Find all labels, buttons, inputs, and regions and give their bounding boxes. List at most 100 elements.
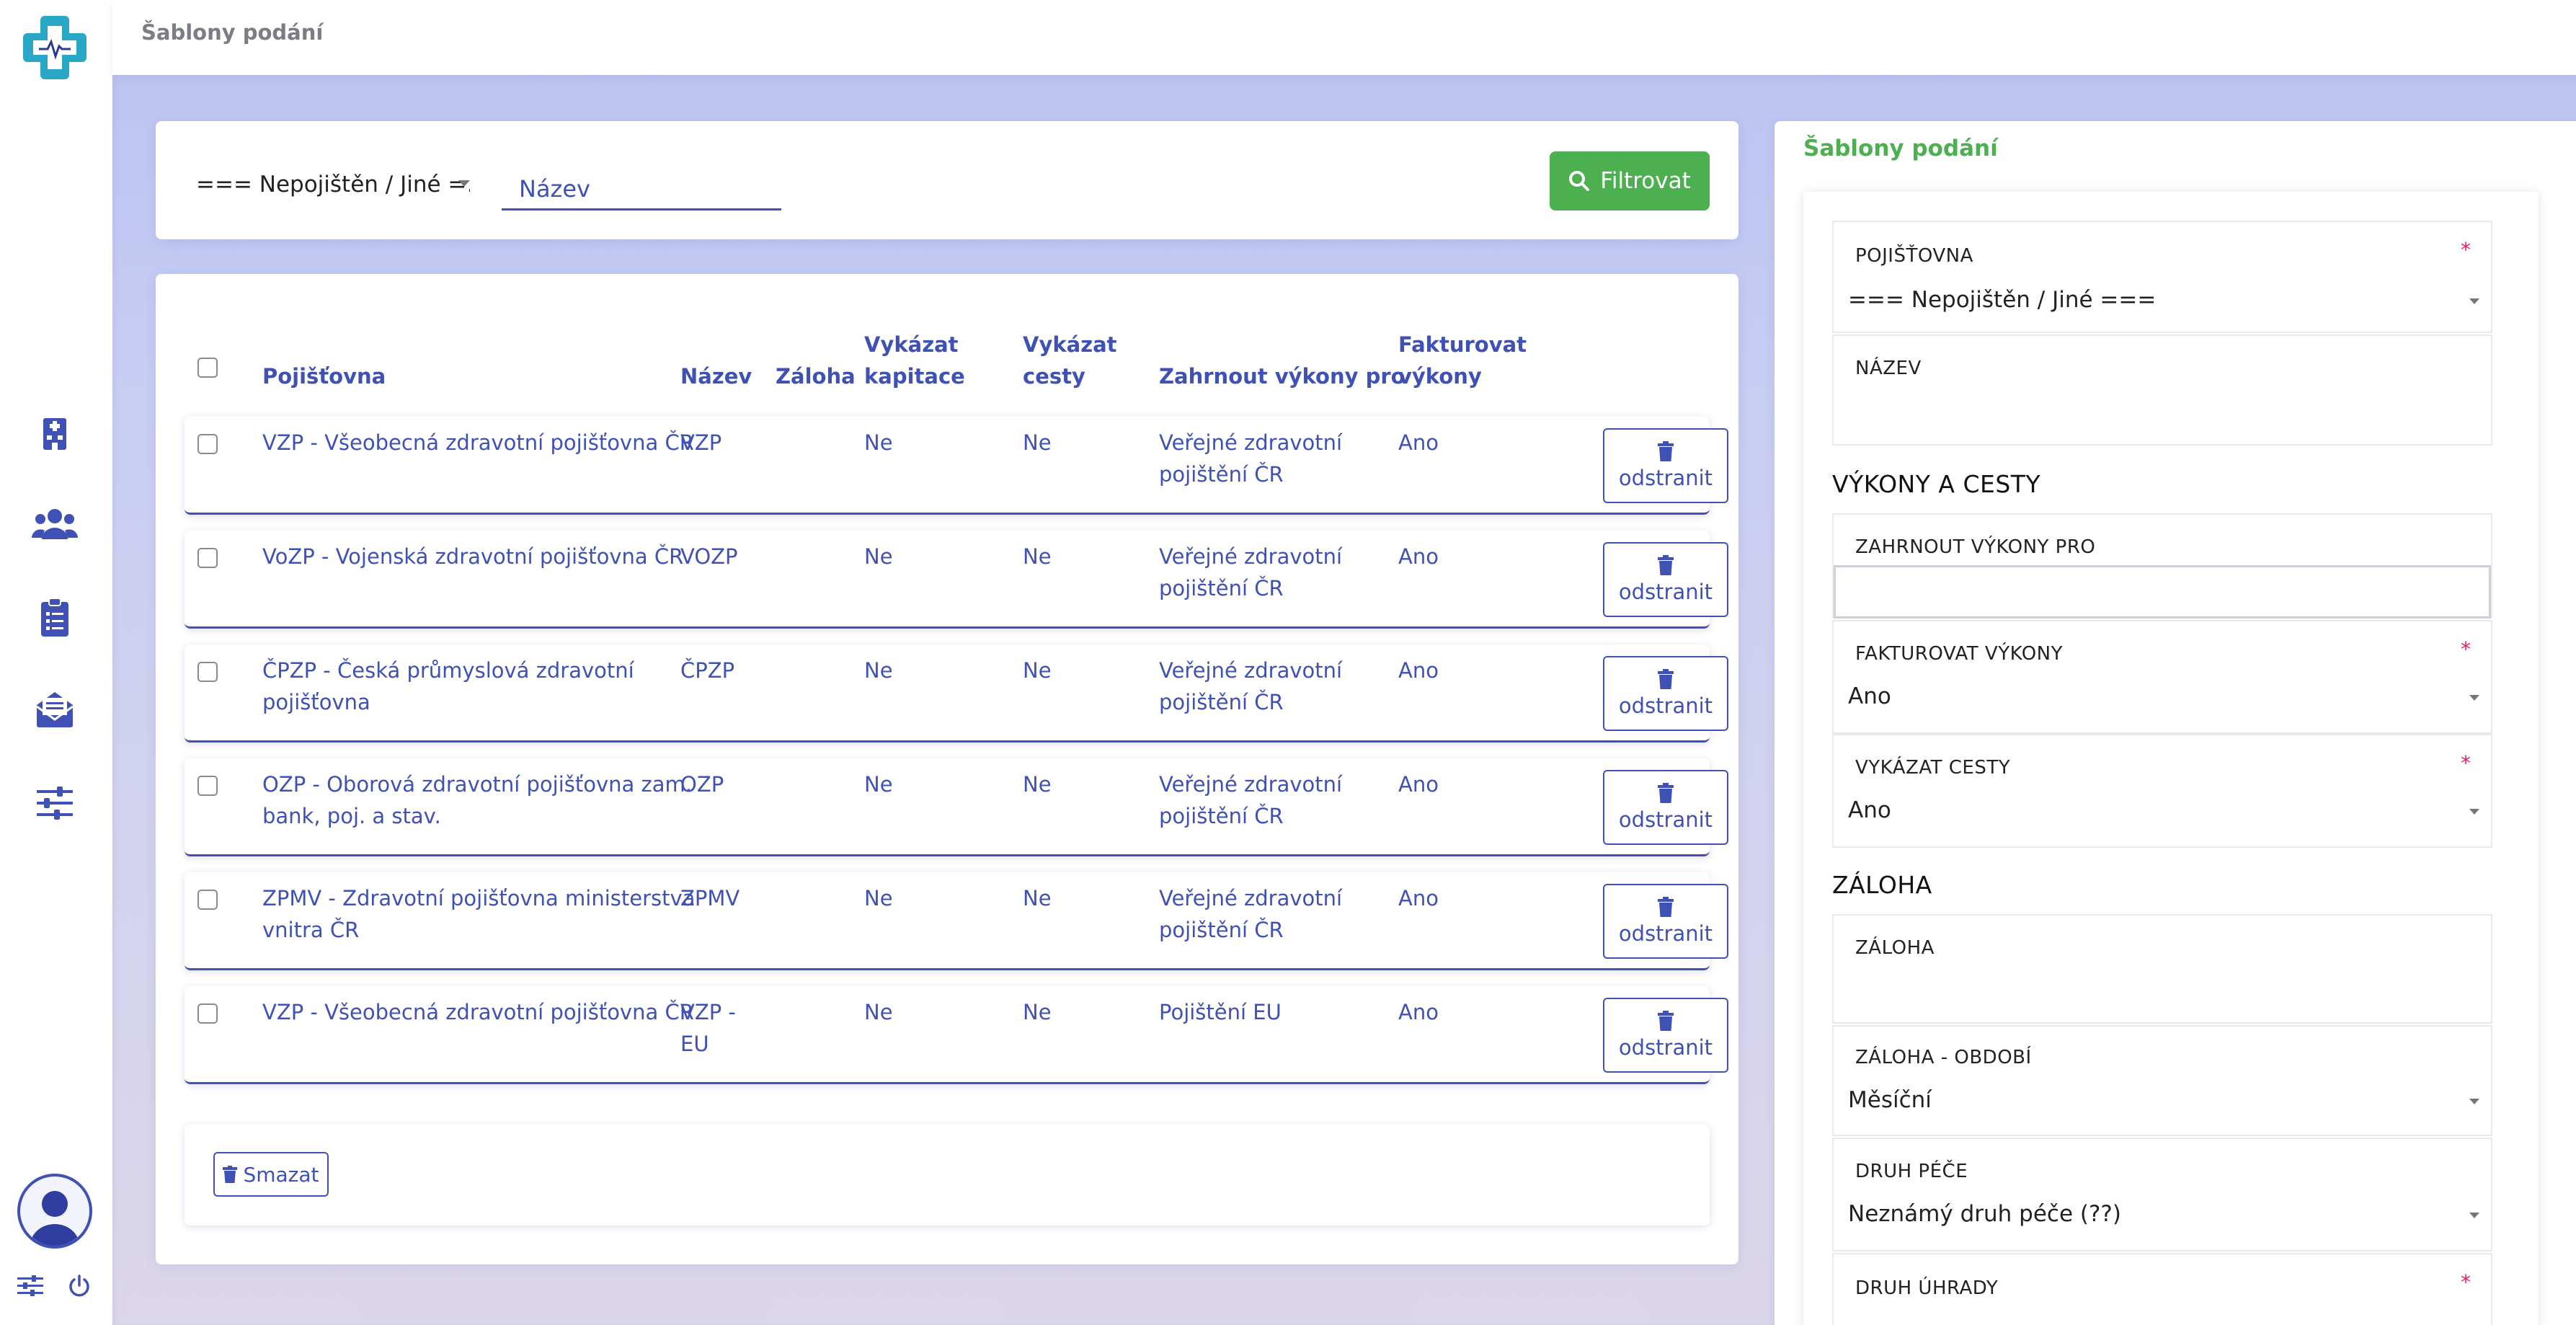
table-row[interactable]: OZP - Oborová zdravotní pojišťovna zam. b… (185, 758, 1728, 856)
column-header-trips-line1[interactable]: Vykázat (1023, 329, 1117, 360)
logo-icon[interactable] (17, 10, 92, 85)
delete-row-button[interactable]: odstranit (1603, 884, 1728, 959)
table-row[interactable]: ČPZP - Česká průmyslová zdravotní pojišťo… (185, 644, 1728, 743)
delete-row-button[interactable]: odstranit (1603, 998, 1728, 1073)
name-filter-input[interactable] (502, 161, 781, 211)
search-icon (1569, 171, 1590, 191)
row-checkbox[interactable] (197, 548, 218, 568)
cell-name: VOZP (680, 541, 738, 572)
delete-row-button[interactable]: odstranit (1603, 542, 1728, 617)
invoice-services-field[interactable]: FAKTUROVAT VÝKONY * Ano (1832, 620, 2492, 734)
cell-include-line1: Veřejné zdravotní (1159, 430, 1343, 455)
delete-row-button[interactable]: odstranit (1603, 770, 1728, 845)
cell-include-line2: pojištění ČR (1159, 918, 1284, 942)
filter-button[interactable]: Filtrovat (1550, 151, 1710, 211)
table-footer: Smazat (185, 1125, 1710, 1226)
cell-name-line1: VOZP (680, 544, 738, 569)
column-header-trips-line2[interactable]: cesty (1023, 360, 1085, 392)
cell-trips: Ne (1023, 772, 1052, 797)
cell-invoice: Ano (1398, 1000, 1439, 1024)
column-header-invoice-line1[interactable]: Fakturovat (1398, 329, 1527, 360)
panel-title: Šablony podání (1803, 136, 1998, 161)
cell-include-line1: Veřejné zdravotní (1159, 772, 1343, 797)
chevron-down-icon (2469, 1099, 2479, 1104)
cell-name-line2: EU (680, 1032, 709, 1056)
cell-trips: Ne (1023, 544, 1052, 569)
cell-capitation: Ne (864, 772, 893, 797)
settings-icon[interactable] (14, 1270, 46, 1302)
column-header-capitation-line2[interactable]: kapitace (864, 360, 965, 392)
cell-include-for: Veřejné zdravotní pojištění ČR (1159, 427, 1342, 490)
bulk-delete-label: Smazat (243, 1162, 319, 1187)
column-header-capitation-line1[interactable]: Vykázat (864, 329, 959, 360)
cell-name-line1: VZP (680, 430, 722, 455)
delete-row-button[interactable]: odstranit (1603, 656, 1728, 731)
table-row[interactable]: ZPMV - Zdravotní pojišťovna ministerstva… (185, 872, 1728, 970)
cell-include-for: Veřejné zdravotní pojištění ČR (1159, 655, 1342, 718)
row-checkbox[interactable] (197, 662, 218, 682)
cell-invoice: Ano (1398, 886, 1439, 910)
cell-name: ZPMV (680, 882, 740, 914)
column-header-insurer[interactable]: Pojišťovna (262, 360, 386, 392)
care-type-field[interactable]: DRUH PÉČE Neznámý druh péče (??) (1832, 1138, 2492, 1251)
bulk-delete-button[interactable]: Smazat (213, 1152, 329, 1197)
delete-row-label: odstranit (1618, 693, 1713, 718)
select-all-checkbox[interactable] (197, 358, 218, 378)
topbar: Šablony podání (112, 0, 2576, 75)
column-header-deposit[interactable]: Záloha (776, 360, 856, 392)
users-icon[interactable] (27, 496, 82, 551)
insurer-field[interactable]: POJIŠŤOVNA * === Nepojištěn / Jiné === (1832, 221, 2492, 333)
invoice-services-value: Ano (1848, 683, 1891, 709)
deposit-period-label: ZÁLOHA - OBDOBÍ (1855, 1047, 2032, 1068)
cell-insurer: OZP - Oborová zdravotní pojišťovna zam. b… (262, 768, 692, 832)
cell-insurer-line2: bank, poj. a stav. (262, 804, 441, 828)
cell-capitation: Ne (864, 430, 893, 455)
cell-trips: Ne (1023, 886, 1052, 910)
column-header-invoice-line2[interactable]: výkony (1398, 360, 1482, 392)
avatar-icon[interactable] (17, 1174, 92, 1249)
deposit-field-label: ZÁLOHA (1855, 937, 1935, 959)
care-type-label: DRUH PÉČE (1855, 1161, 1968, 1182)
column-header-name[interactable]: Název (680, 360, 752, 392)
name-field[interactable]: NÁZEV (1832, 334, 2492, 446)
power-icon[interactable] (63, 1270, 95, 1302)
cell-insurer: VoZP - Vojenská zdravotní pojišťovna ČR (262, 541, 683, 572)
cell-trips: Ne (1023, 1000, 1052, 1024)
hospital-icon[interactable] (27, 404, 82, 458)
sliders-icon[interactable] (27, 776, 82, 830)
filter-card: === Nepojištěn / Jiné =… Filtrovat (156, 121, 1738, 239)
include-for-input[interactable] (1834, 565, 2491, 619)
deposit-period-value: Měsíční (1848, 1087, 1932, 1113)
report-trips-field[interactable]: VYKÁZAT CESTY * Ano (1832, 734, 2492, 848)
page-title: Šablony podání (141, 20, 324, 45)
clipboard-icon[interactable] (27, 590, 82, 644)
row-checkbox[interactable] (197, 776, 218, 796)
row-checkbox[interactable] (197, 890, 218, 910)
deposit-field[interactable]: ZÁLOHA (1832, 914, 2492, 1024)
deposit-period-field[interactable]: ZÁLOHA - OBDOBÍ Měsíční (1832, 1025, 2492, 1136)
row-checkbox[interactable] (197, 1003, 218, 1024)
cell-insurer-line1: VZP - Všeobecná zdravotní pojišťovna ČR (262, 430, 694, 455)
cell-include-line1: Pojištění EU (1159, 1000, 1282, 1024)
insurer-filter-select[interactable]: === Nepojištěn / Jiné =… (196, 164, 470, 205)
cell-capitation: Ne (864, 1000, 893, 1024)
table-header: Pojišťovna Název Záloha Vykázat kapitace… (185, 324, 1710, 425)
report-trips-value: Ano (1848, 797, 1891, 823)
chevron-down-icon (2469, 298, 2479, 304)
mail-icon[interactable] (27, 682, 82, 737)
cell-insurer: ZPMV - Zdravotní pojišťovna ministerstva… (262, 882, 695, 946)
required-mark: * (2461, 637, 2471, 661)
column-header-include-for[interactable]: Zahrnout výkony pro (1159, 360, 1405, 392)
include-for-field[interactable]: ZAHRNOUT VÝKONY PRO (1832, 513, 2492, 619)
payment-type-field[interactable]: DRUH ÚHRADY * (1832, 1253, 2492, 1325)
care-type-value: Neznámý druh péče (??) (1848, 1201, 2121, 1227)
table-row[interactable]: VZP - Všeobecná zdravotní pojišťovna ČR V… (185, 986, 1728, 1084)
report-trips-label: VYKÁZAT CESTY (1855, 757, 2011, 779)
table-row[interactable]: VZP - Všeobecná zdravotní pojišťovna ČR V… (185, 417, 1728, 515)
cell-insurer: VZP - Všeobecná zdravotní pojišťovna ČR (262, 427, 694, 458)
table-row[interactable]: VoZP - Vojenská zdravotní pojišťovna ČR V… (185, 531, 1728, 629)
delete-row-button[interactable]: odstranit (1603, 428, 1728, 503)
row-checkbox[interactable] (197, 434, 218, 454)
chevron-down-icon (2469, 809, 2479, 815)
cell-include-line1: Veřejné zdravotní (1159, 658, 1343, 683)
